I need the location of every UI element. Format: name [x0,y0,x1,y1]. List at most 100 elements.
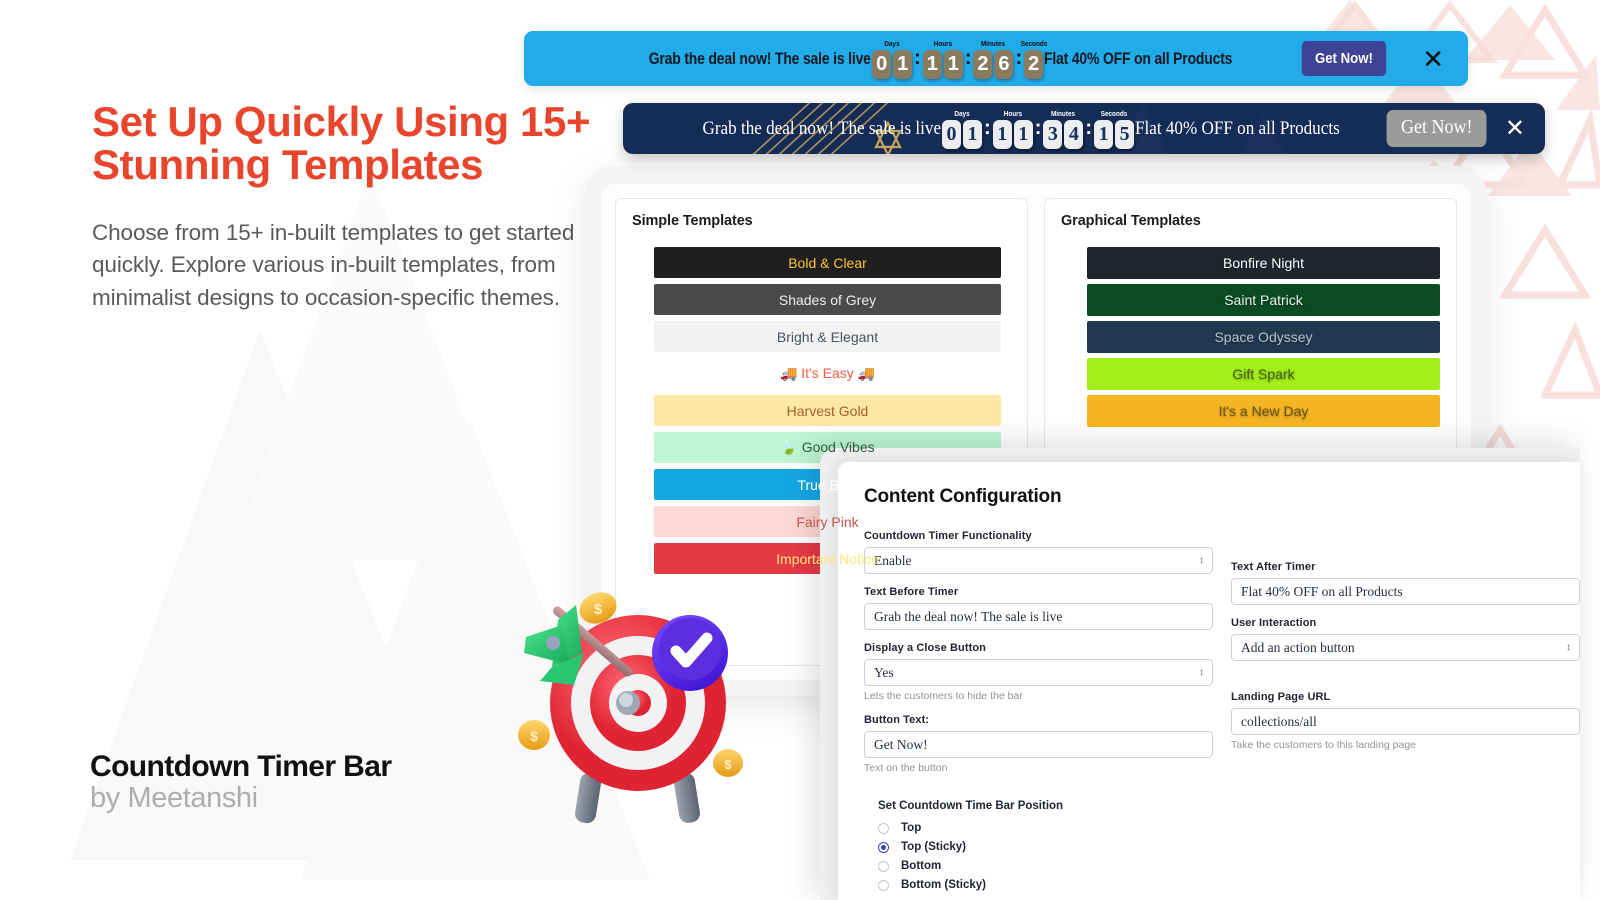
landing-url-input[interactable]: collections/all [1231,708,1580,735]
countdown-bar-blue-preview: Grab the deal now! The sale is live Days… [524,31,1468,86]
field-text-after-label: Text After Timer [1231,561,1316,573]
field-close-button: Display a Close Button Yes Lets the cust… [864,642,1213,702]
template-row[interactable]: Bonfire Night [1087,247,1440,279]
timer-unit-label-minutes: Minutes [981,38,1006,48]
timer-unit-label-hours: Hours [933,38,953,48]
countdown-bar-dark-preview: Grab the deal now! The sale is live Days… [623,103,1545,154]
radio-option-label: Bottom [901,860,942,872]
timer-digit: 3 [1043,119,1063,149]
template-row[interactable]: Saint Patrick [1087,284,1440,316]
radio-option-label: Top [901,822,922,834]
radio-option-label: Top (Sticky) [901,841,966,853]
template-row[interactable]: 🚚 It's Easy 🚚 [654,358,1001,389]
field-landing-url: Landing Page URL collections/all Take th… [1231,691,1580,751]
field-landing-url-label: Landing Page URL [1231,691,1331,703]
text-before-input[interactable]: Grab the deal now! The sale is live [864,603,1213,630]
timer-separator: : [1034,117,1042,139]
field-functionality: Countdown Timer Functionality Enable [864,530,1213,574]
radio-indicator-icon[interactable] [878,841,889,853]
timer-unit-seconds: Seconds 1 5 [1093,109,1135,149]
brand-subtitle: by Meetanshi [90,782,258,814]
template-row-label: Fairy Pink [796,513,859,530]
bar-blue-text-after: Flat 40% OFF on all Products [1044,48,1233,68]
template-row[interactable]: Space Odyssey [1087,321,1440,353]
button-text-help: Text on the button [864,762,948,774]
simple-templates-title: Simple Templates [632,213,753,229]
timer-unit-days: Days 0 1 [941,109,983,149]
timer-separator: : [1015,47,1023,69]
radio-indicator-icon[interactable] [878,860,889,872]
timer-digit: 1 [893,49,913,79]
timer-digit: 1 [943,49,963,79]
graphical-templates-title: Graphical Templates [1061,213,1201,229]
bar-position-radio-group: Set Countdown Time Bar Position Top Top (… [878,800,1580,894]
timer-unit-minutes: Minutes 2 6 [972,39,1014,79]
radio-option-label: Bottom (Sticky) [901,879,986,891]
radio-option-top[interactable]: Top [878,819,1580,837]
timer-digit: 6 [994,49,1014,79]
template-row-label: Gift Spark [1232,366,1295,382]
field-user-interaction: User Interaction Add an action button [1231,617,1580,661]
bar-blue-cta-button[interactable]: Get Now! [1301,41,1386,76]
timer-digit: 1 [1013,119,1033,149]
template-row-label: Bonfire Night [1223,255,1304,271]
timer-digit: 1 [922,49,942,79]
template-row-label: True Blue [797,476,858,493]
field-close-button-label: Display a Close Button [864,642,986,654]
radio-option-bottom-sticky[interactable]: Bottom (Sticky) [878,876,1580,894]
field-text-before-label: Text Before Timer [864,586,959,598]
button-text-input[interactable]: Get Now! [864,731,1213,758]
field-functionality-label: Countdown Timer Functionality [864,530,1032,542]
brand-title: Countdown Timer Bar [90,750,392,783]
svg-text:$: $ [724,757,732,772]
template-row[interactable]: It's a New Day [1087,395,1440,427]
bar-blue-close-icon[interactable]: ✕ [1422,46,1444,72]
bar-dark-text-before: Grab the deal now! The sale is live [702,117,942,139]
radio-option-top-sticky[interactable]: Top (Sticky) [878,838,1580,856]
graphical-templates-list: Bonfire Night Saint Patrick Space Odyssey G… [1061,247,1440,427]
radio-indicator-icon[interactable] [878,822,889,834]
timer-unit-label-seconds: Seconds [1100,108,1128,118]
timer-digit: 1 [1094,119,1114,149]
timer-unit-days: Days 0 1 [871,39,913,79]
close-button-select[interactable]: Yes [864,659,1213,686]
bar-position-label: Set Countdown Time Bar Position [878,800,1064,812]
bar-blue-text-before: Grab the deal now! The sale is live [649,48,872,68]
timer-unit-hours: Hours 1 1 [992,109,1034,149]
radio-indicator-icon[interactable] [878,879,889,891]
timer-unit-hours: Hours 1 1 [922,39,964,79]
timer-digit: 1 [963,119,983,149]
target-dartboard-illustration: $ $ $ [500,575,750,830]
functionality-select[interactable]: Enable [864,547,1213,574]
user-interaction-select[interactable]: Add an action button [1231,634,1580,661]
hero-description: Choose from 15+ in-built templates to ge… [92,219,575,310]
timer-unit-minutes: Minutes 3 4 [1042,109,1084,149]
template-row-label: 🚚 It's Easy 🚚 [779,365,876,381]
template-row[interactable]: Shades of Grey [654,284,1001,315]
text-after-input[interactable]: Flat 40% OFF on all Products [1231,578,1580,605]
timer-digit: 2 [1024,49,1044,79]
timer-unit-label-minutes: Minutes [1051,108,1076,118]
template-row[interactable]: Bold & Clear [654,247,1001,278]
template-row-label: Saint Patrick [1224,292,1303,308]
svg-text:$: $ [530,728,538,744]
timer-unit-label-hours: Hours [1003,108,1022,118]
field-text-after: Text After Timer Flat 40% OFF on all Pro… [1231,561,1580,605]
template-row-label: 🍃 Good Vibes [780,439,875,455]
template-row[interactable]: Bright & Elegant [654,321,1001,352]
timer-separator: : [1085,117,1093,139]
timer-unit-label-days: Days [954,108,970,118]
template-row[interactable]: Harvest Gold [654,395,1001,426]
template-row[interactable]: Gift Spark [1087,358,1440,390]
field-user-interaction-label: User Interaction [1231,617,1317,629]
bar-blue-countdown-timer: Days 0 1: Hours 1 1: Minutes 2 6: Seconds 2 [871,39,1047,79]
bar-dark-cta-button[interactable]: Get Now! [1386,110,1487,147]
radio-option-bottom[interactable]: Bottom [878,857,1580,875]
template-row-label: Harvest Gold [786,402,869,419]
template-row-label: Bright & Elegant [776,328,879,345]
bar-dark-close-icon[interactable]: ✕ [1505,116,1525,141]
bar-dark-countdown-timer: Days 0 1: Hours 1 1: Minutes 3 4: Seconds 1 5 [941,109,1135,149]
field-button-text: Button Text: Get Now! Text on the button [864,714,1213,774]
content-configuration-panel: Content Configuration Countdown Timer Fu… [838,462,1580,900]
timer-separator: : [914,47,921,69]
